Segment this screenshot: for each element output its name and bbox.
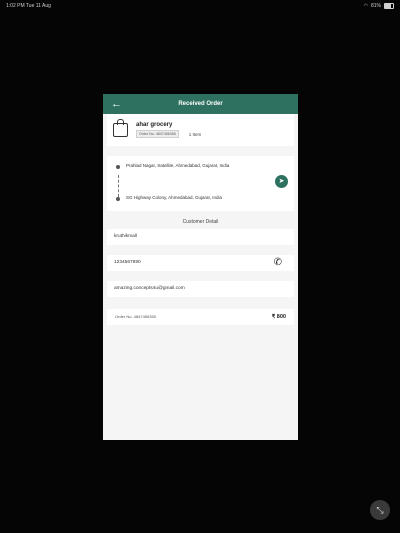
- phone-icon[interactable]: ✆: [274, 257, 282, 269]
- dialog-header: ← Received Order: [103, 94, 298, 114]
- order-summary-row: Order No. 4847456355 ₹ 800: [107, 309, 294, 325]
- dialog-title: Received Order: [178, 101, 223, 107]
- order-number-tag: Order No. 4847456355: [136, 130, 179, 138]
- navigation-arrow-icon[interactable]: ➤: [275, 175, 288, 188]
- back-arrow-icon[interactable]: ←: [111, 97, 122, 111]
- order-number: Order No. 4847456355: [115, 314, 156, 319]
- customer-name: kruthikmall: [107, 229, 294, 245]
- customer-phone-row: 1234567890 ✆: [107, 255, 294, 271]
- customer-phone: 1234567890: [114, 260, 141, 265]
- store-card: ahar grocery Order No. 4847456355 1 Item: [107, 114, 294, 146]
- battery-icon: [384, 3, 394, 9]
- pickup-address: Prahlad Nagar, Satellite, Ahmedabad, Guj…: [126, 163, 230, 168]
- status-bar: 1:02 PM Tue 11 Aug ◠ 81%: [0, 0, 400, 12]
- status-date: Tue 11 Aug: [25, 3, 51, 9]
- received-order-dialog: ← Received Order ahar grocery Order No. …: [103, 94, 298, 440]
- status-time: 1:02 PM: [6, 3, 25, 9]
- drop-address: SG Highway Colony, Ahmedabad, Gujarat, I…: [126, 195, 222, 200]
- route-line: [117, 175, 119, 197]
- shopping-bag-icon: [113, 119, 128, 137]
- wifi-icon: ◠: [363, 3, 368, 9]
- fullscreen-exit-icon[interactable]: ⤡: [370, 500, 390, 520]
- dialog-content: ahar grocery Order No. 4847456355 1 Item…: [103, 114, 298, 440]
- item-count: 1 Item: [188, 131, 202, 137]
- customer-detail-label: Customer Detail: [182, 219, 219, 225]
- store-name: ahar grocery: [136, 122, 173, 128]
- battery-percent: 81%: [370, 3, 381, 9]
- customer-email: amazing.concepts4u@gmail.com: [107, 281, 294, 297]
- pickup-dot-icon: [116, 165, 120, 169]
- order-amount: ₹ 800: [271, 314, 286, 320]
- drop-dot-icon: [116, 197, 120, 201]
- route-card: Prahlad Nagar, Satellite, Ahmedabad, Guj…: [107, 156, 294, 211]
